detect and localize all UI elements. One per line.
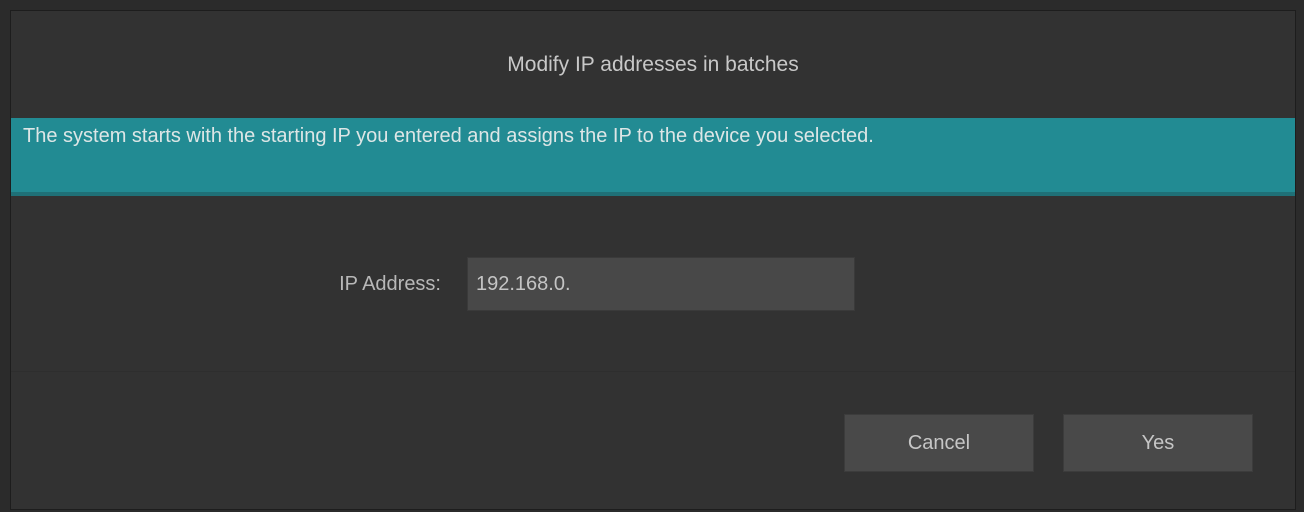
- info-banner: The system starts with the starting IP y…: [11, 118, 1295, 196]
- ip-address-label: IP Address:: [339, 273, 441, 295]
- batch-ip-dialog: Modify IP addresses in batches The syste…: [10, 10, 1296, 510]
- ip-address-row: IP Address:: [11, 257, 1295, 311]
- dialog-title: Modify IP addresses in batches: [507, 52, 799, 76]
- cancel-button[interactable]: Cancel: [844, 414, 1034, 472]
- footer-divider: [11, 371, 1295, 372]
- yes-button[interactable]: Yes: [1063, 414, 1253, 472]
- ip-address-input[interactable]: [467, 257, 855, 311]
